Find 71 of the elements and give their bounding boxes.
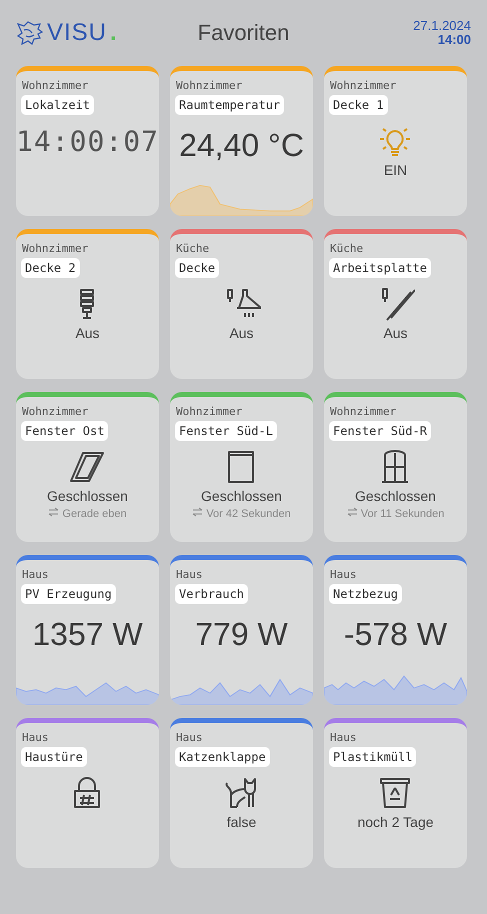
device-name-label: Fenster Ost — [21, 421, 108, 441]
state-text: false — [226, 814, 256, 830]
state-text: Aus — [229, 325, 254, 341]
state-text: Geschlossen — [355, 488, 436, 504]
device-name-label: Lokalzeit — [21, 95, 94, 115]
device-name-label: Haustüre — [21, 747, 87, 767]
value-text: -578 W — [344, 616, 448, 653]
tile-card[interactable]: Küche Arbeitsplatte Aus — [324, 229, 467, 379]
tile-card[interactable]: Küche Decke Aus — [170, 229, 313, 379]
room-label: Wohnzimmer — [329, 405, 398, 418]
value-text: 24,40 °C — [179, 127, 304, 164]
device-name-label: PV Erzeugung — [21, 584, 116, 604]
tile-card[interactable]: Wohnzimmer Fenster Süd-L Geschlossen Vor 42 Sekunden — [170, 392, 313, 542]
swap-arrows-icon — [48, 507, 60, 517]
last-change-text: Gerade eben — [48, 507, 127, 520]
device-name-label: Netzbezug — [329, 584, 402, 604]
tile-card[interactable]: Wohnzimmer Raumtemperatur 24,40 °C — [170, 66, 313, 216]
last-change-text: Vor 42 Sekunden — [192, 507, 291, 520]
room-label: Haus — [175, 568, 204, 581]
room-label: Wohnzimmer — [175, 79, 244, 92]
device-name-label: Decke 1 — [329, 95, 388, 115]
room-label: Wohnzimmer — [329, 79, 398, 92]
tile-card[interactable]: Wohnzimmer Fenster Ost Geschlossen Gerade eben — [16, 392, 159, 542]
last-change-text: Vor 11 Sekunden — [346, 507, 444, 520]
device-name-label: Raumtemperatur — [175, 95, 284, 115]
room-label: Küche — [329, 242, 364, 255]
device-name-label: Decke 2 — [21, 258, 80, 278]
time-text: 14:00 — [438, 33, 471, 47]
device-name-label: Fenster Süd-R — [329, 421, 431, 441]
page-title: Favoriten — [198, 20, 290, 46]
swap-arrows-icon — [346, 507, 358, 517]
tile-card[interactable]: Wohnzimmer Decke 1 EIN — [324, 66, 467, 216]
tile-card[interactable]: Haus PV Erzeugung 1357 W — [16, 555, 159, 705]
swap-arrows-icon — [192, 507, 204, 517]
device-name-label: Decke — [175, 258, 220, 278]
room-label: Küche — [175, 242, 210, 255]
state-text: EIN — [384, 162, 408, 178]
tile-card[interactable]: Wohnzimmer Fenster Süd-R Geschlossen Vor 11 Sekunden — [324, 392, 467, 542]
tile-card[interactable]: Wohnzimmer Lokalzeit 14:00:07 — [16, 66, 159, 216]
tile-card[interactable]: Haus Katzenklappe false — [170, 718, 313, 868]
room-label: Wohnzimmer — [21, 405, 90, 418]
state-text: Aus — [75, 325, 100, 341]
digital-clock-text: 14:00:07 — [16, 125, 159, 158]
date-text: 27.1.2024 — [413, 19, 471, 33]
value-text: 779 W — [195, 616, 288, 653]
room-label: Wohnzimmer — [175, 405, 244, 418]
room-label: Haus — [21, 568, 50, 581]
logo-dot: . — [110, 19, 117, 47]
value-text: 1357 W — [32, 616, 143, 653]
device-name-label: Fenster Süd-L — [175, 421, 277, 441]
tile-card[interactable]: Haus Haustüre — [16, 718, 159, 868]
room-label: Haus — [329, 731, 358, 744]
room-label: Wohnzimmer — [21, 242, 90, 255]
state-text: Geschlossen — [201, 488, 282, 504]
device-name-label: Verbrauch — [175, 584, 248, 604]
room-label: Haus — [21, 731, 50, 744]
room-label: Haus — [329, 568, 358, 581]
skylight-window-icon — [68, 449, 106, 485]
logo-text: VISU — [47, 19, 108, 47]
state-text: Geschlossen — [47, 488, 128, 504]
device-name-label: Arbeitsplatte — [329, 258, 431, 278]
state-text: noch 2 Tage — [357, 814, 434, 830]
tile-card[interactable]: Haus Plastikmüll noch 2 Tage — [324, 718, 467, 868]
room-label: Wohnzimmer — [21, 79, 90, 92]
tile-card[interactable]: Haus Verbrauch 779 W — [170, 555, 313, 705]
device-name-label: Plastikmüll — [329, 747, 416, 767]
tile-card[interactable]: Wohnzimmer Decke 2 Aus — [16, 229, 159, 379]
state-text: Aus — [383, 325, 408, 341]
room-label: Haus — [175, 731, 204, 744]
device-name-label: Katzenklappe — [175, 747, 270, 767]
tile-card[interactable]: Haus Netzbezug -578 W — [324, 555, 467, 705]
